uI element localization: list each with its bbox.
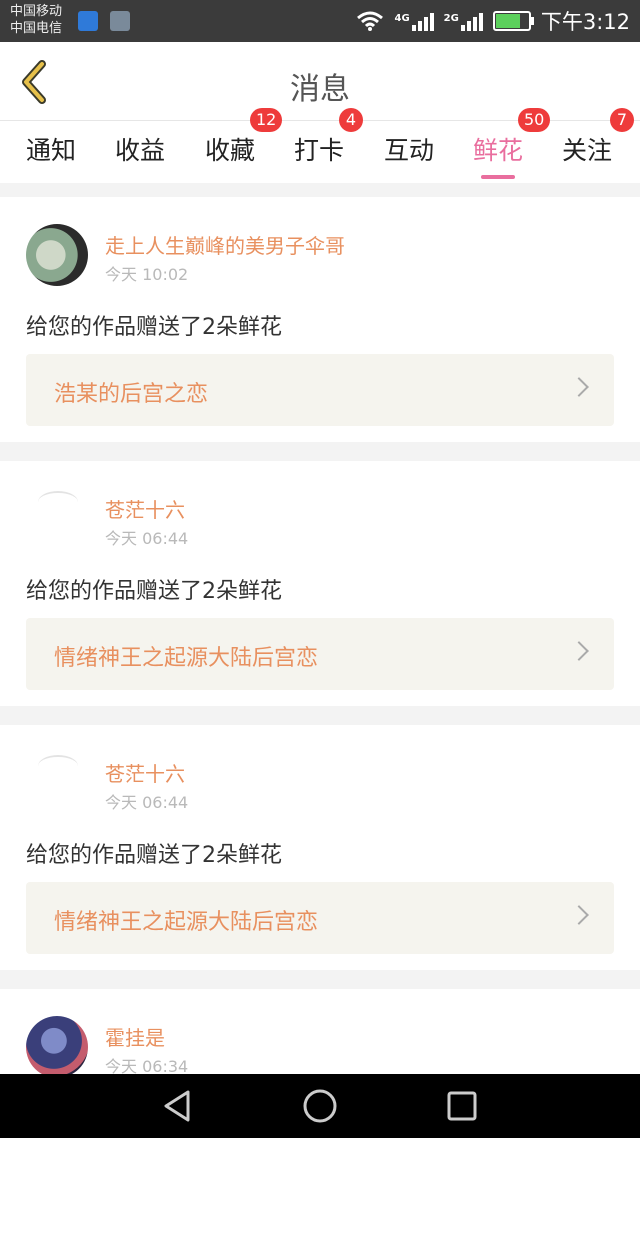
- tab-interaction[interactable]: 互动: [384, 131, 434, 167]
- network-4g-label: 4G: [394, 13, 410, 24]
- message-text: 给您的作品赠送了2朵鲜花: [26, 315, 282, 340]
- tab-bar: 通知 收益 收藏 12 打卡 4 互动 鲜花 50 关注 7: [0, 108, 640, 183]
- sender-name[interactable]: 走上人生巅峰的美男子伞哥: [105, 230, 345, 259]
- tab-label: 鲜花: [473, 136, 524, 165]
- message-time: 今天 06:44: [105, 793, 189, 812]
- work-title: 浩某的后宫之恋: [54, 382, 209, 407]
- tab-earnings[interactable]: 收益: [115, 131, 165, 167]
- avatar[interactable]: [38, 491, 78, 513]
- chevron-right-icon: [569, 377, 589, 397]
- work-title: 情绪神王之起源大陆后宫恋: [54, 646, 319, 671]
- tab-label: 收益: [115, 136, 166, 165]
- work-link[interactable]: 浩某的后宫之恋: [26, 354, 614, 426]
- count-badge: 7: [610, 108, 634, 132]
- page-title: 消息: [290, 72, 350, 107]
- work-link[interactable]: 情绪神王之起源大陆后宫恋: [26, 618, 614, 690]
- avatar[interactable]: [38, 755, 78, 777]
- tab-label: 打卡: [294, 136, 345, 165]
- tab-follow[interactable]: 关注 7: [562, 108, 634, 167]
- home-circle-icon[interactable]: [302, 1088, 338, 1124]
- tab-label: 互动: [384, 136, 435, 165]
- count-badge: 4: [339, 108, 363, 132]
- message-text: 给您的作品赠送了2朵鲜花: [26, 843, 282, 868]
- sender-name[interactable]: 苍茫十六: [105, 494, 185, 523]
- sender-name[interactable]: 苍茫十六: [105, 758, 185, 787]
- message-card: 苍茫十六 今天 06:44 给您的作品赠送了2朵鲜花 情绪神王之起源大陆后宫恋: [0, 725, 640, 970]
- message-card: 苍茫十六 今天 06:44 给您的作品赠送了2朵鲜花 情绪神王之起源大陆后宫恋: [0, 461, 640, 706]
- sender-name[interactable]: 霍挂是: [105, 1022, 165, 1051]
- signal-4g-icon: [411, 11, 434, 31]
- message-time: 今天 10:02: [105, 265, 189, 284]
- recents-square-icon[interactable]: [444, 1088, 480, 1124]
- message-card: 走上人生巅峰的美男子伞哥 今天 10:02 给您的作品赠送了2朵鲜花 浩某的后宫…: [0, 197, 640, 442]
- tab-label: 收藏: [205, 136, 256, 165]
- avatar[interactable]: [26, 1016, 88, 1078]
- wifi-icon: [357, 11, 384, 31]
- count-badge: 12: [250, 108, 283, 132]
- chevron-right-icon: [569, 641, 589, 661]
- tab-label: 通知: [26, 136, 77, 165]
- tab-favorites[interactable]: 收藏 12: [205, 108, 283, 167]
- active-tab-indicator: [481, 175, 516, 179]
- count-badge: 50: [518, 108, 551, 132]
- message-text: 给您的作品赠送了2朵鲜花: [26, 579, 282, 604]
- tab-flowers[interactable]: 鲜花 50: [473, 108, 551, 179]
- work-link[interactable]: 情绪神王之起源大陆后宫恋: [26, 882, 614, 954]
- work-title: 情绪神王之起源大陆后宫恋: [54, 910, 319, 935]
- tab-checkin[interactable]: 打卡 4: [294, 108, 363, 167]
- sync-app-icon: [78, 11, 98, 31]
- battery-icon: [492, 11, 534, 31]
- carrier-2: 中国电信: [10, 21, 63, 36]
- avatar[interactable]: [26, 224, 88, 286]
- back-triangle-icon[interactable]: [160, 1088, 196, 1124]
- chevron-right-icon: [569, 905, 589, 925]
- status-bar: 中国移动 中国电信 4G 2G 下午3:12: [0, 0, 640, 42]
- system-nav-bar: [0, 1074, 640, 1138]
- carrier-labels: 中国移动 中国电信: [10, 3, 62, 37]
- clock: 下午3:12: [540, 10, 630, 34]
- gallery-app-icon: [110, 11, 130, 31]
- carrier-1: 中国移动: [10, 4, 63, 19]
- tab-label: 关注: [562, 136, 613, 165]
- network-2g-label: 2G: [443, 13, 459, 24]
- tab-notice[interactable]: 通知: [26, 131, 76, 167]
- message-time: 今天 06:44: [105, 529, 189, 548]
- signal-2g-icon: [460, 11, 483, 31]
